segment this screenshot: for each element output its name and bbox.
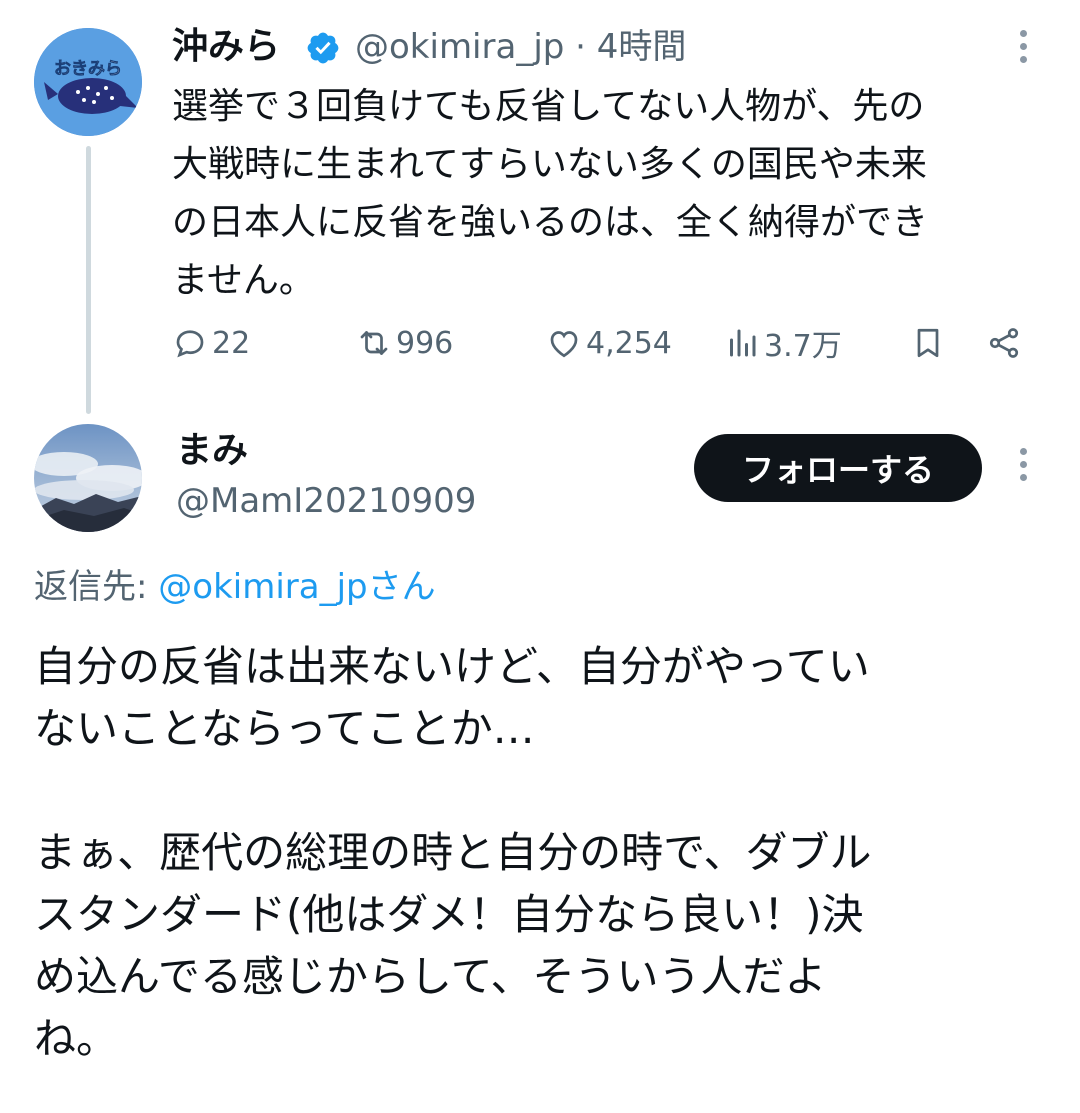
avatar-mami[interactable] [34,424,142,532]
share-icon [989,328,1019,358]
landscape-avatar-art [34,424,142,532]
tweet-text: 自分の反省は出来ないけど、自分がやってい ないことならってことか… まぁ、歴代の… [34,642,872,1063]
retweet-icon [360,331,388,355]
like-button[interactable]: 4,254 [546,320,672,366]
reply-button[interactable]: 22 [172,320,250,366]
author-handle-time[interactable]: @okimira_jp · 4時間 [355,22,686,72]
reply-icon [176,330,204,358]
reply-to-line: 返信先: @okimira_jpさん [34,562,436,612]
reply-count: 22 [212,325,251,361]
author-name[interactable]: まみ [176,426,248,476]
views-count: 3.7万 [764,329,842,364]
more-icon[interactable] [1008,30,1038,70]
retweet-button[interactable]: 996 [356,320,453,366]
reply-to-prefix: 返信先: [34,567,159,607]
avatar-logo-text: おきみら [54,59,122,79]
retweet-count: 996 [396,325,454,361]
views-button[interactable]: 3.7万 [724,320,842,366]
thread-line [86,146,91,414]
views-icon [730,329,756,357]
like-icon [550,331,578,358]
follow-button[interactable]: フォローする [694,434,982,502]
avatar-okimira[interactable]: おきみら [34,28,142,136]
whale-shark-avatar-art: おきみら [34,28,142,136]
tweet-text: 選挙で３回負けても反省してない人物が、先の 大戦時に生まれてすらいない多くの国民… [172,86,929,301]
like-count: 4,254 [586,325,672,361]
bookmark-icon [917,328,939,358]
share-button[interactable] [986,320,1022,366]
verified-icon [305,30,341,66]
more-icon[interactable] [1008,448,1038,488]
reply-to-mention[interactable]: @okimira_jpさん [158,567,435,607]
author-name[interactable]: 沖みら [172,22,280,72]
author-handle[interactable]: @MamI20210909 [176,476,476,526]
bookmark-button[interactable] [910,320,946,366]
